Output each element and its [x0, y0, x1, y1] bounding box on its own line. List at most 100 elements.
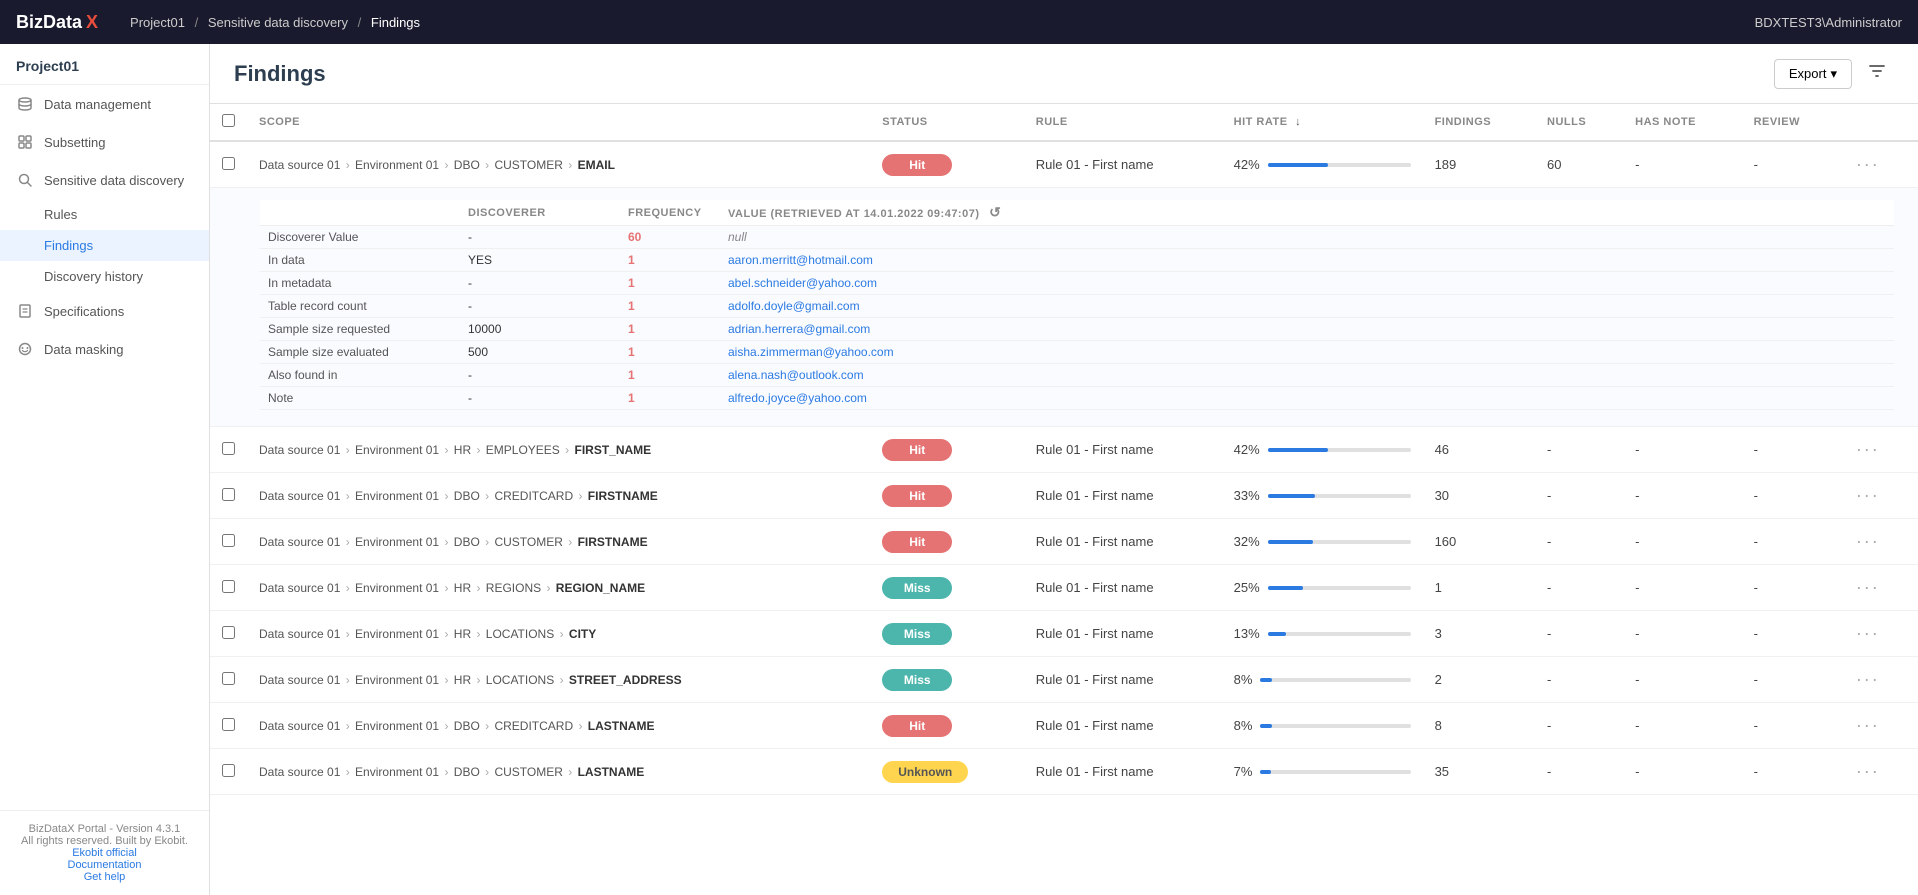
logo-text: BizData [16, 12, 82, 33]
row-more: ··· [1840, 427, 1918, 473]
row-nulls: - [1535, 703, 1623, 749]
more-button[interactable]: ··· [1852, 152, 1884, 177]
more-button[interactable]: ··· [1852, 621, 1884, 646]
hit-rate-bar [1260, 678, 1410, 682]
more-button[interactable]: ··· [1852, 529, 1884, 554]
logo-x: X [86, 12, 98, 33]
export-label: Export [1789, 66, 1827, 81]
col-hit-rate[interactable]: HIT RATE ↓ [1222, 104, 1423, 141]
more-button[interactable]: ··· [1852, 759, 1884, 784]
page-title: Findings [234, 61, 326, 87]
row-more: ··· [1840, 473, 1918, 519]
exp-value-sreq: adrian.herrera@gmail.com [720, 318, 1894, 341]
row-rule: Rule 01 - First name [1024, 427, 1222, 473]
filter-button[interactable] [1860, 58, 1894, 89]
hit-rate-fill [1268, 540, 1314, 544]
hit-rate-bar [1268, 632, 1411, 636]
more-button[interactable]: ··· [1852, 667, 1884, 692]
exp-col-value: Value (Retrieved at 14.01.2022 09:47:07)… [720, 200, 1894, 226]
more-button[interactable]: ··· [1852, 483, 1884, 508]
hit-rate-cell: 8% [1234, 718, 1411, 733]
sidebar-item-specifications[interactable]: Specifications [0, 292, 209, 330]
exp-freq-note: 1 [620, 387, 720, 410]
exp-freq-dv: 60 [620, 226, 720, 249]
row-checkbox[interactable] [222, 672, 235, 685]
table-row: Data source 01 › Environment 01 › HR › L… [210, 611, 1918, 657]
search-icon [16, 171, 34, 189]
row-checkbox[interactable] [222, 488, 235, 501]
exp-label-af: Also found in [260, 364, 460, 387]
sidebar-item-data-management[interactable]: Data management [0, 85, 209, 123]
row-checkbox[interactable] [222, 442, 235, 455]
sidebar-item-subsetting[interactable]: Subsetting [0, 123, 209, 161]
table-header: SCOPE STATUS RULE HIT RATE ↓ FINDINGS NU… [210, 104, 1918, 141]
row-findings: 8 [1423, 703, 1535, 749]
sort-icon: ↓ [1295, 116, 1301, 128]
hit-rate-value: 8% [1234, 718, 1253, 733]
row-status: Miss [870, 611, 1024, 657]
exp-freq-trc: 1 [620, 295, 720, 318]
row-status: Unknown [870, 749, 1024, 795]
exp-val-dv: - [460, 226, 620, 249]
row-checkbox[interactable] [222, 534, 235, 547]
row-has-note: - [1623, 611, 1741, 657]
sidebar-label-specifications: Specifications [44, 304, 124, 319]
row-checkbox-cell [210, 473, 247, 519]
col-nulls: NULLS [1535, 104, 1623, 141]
row-findings: 35 [1423, 749, 1535, 795]
breadcrumb-current: Findings [371, 15, 420, 30]
select-all-checkbox[interactable] [222, 114, 235, 127]
row-checkbox[interactable] [222, 580, 235, 593]
sidebar-item-discovery-history[interactable]: Discovery history [0, 261, 209, 292]
sidebar-footer: BizDataX Portal - Version 4.3.1 All righ… [0, 810, 209, 895]
hit-rate-cell: 13% [1234, 626, 1411, 641]
row-scope: Data source 01 › Environment 01 › DBO › … [247, 703, 870, 749]
nav-left: BizDataX Project01 / Sensitive data disc… [16, 12, 420, 33]
sidebar-item-findings[interactable]: Findings [0, 230, 209, 261]
row-more: ··· [1840, 749, 1918, 795]
sidebar-label-sensitive: Sensitive data discovery [44, 173, 184, 188]
sidebar-item-rules[interactable]: Rules [0, 199, 209, 230]
breadcrumb-sensitive[interactable]: Sensitive data discovery [208, 15, 348, 30]
sidebar-item-data-masking[interactable]: Data masking [0, 330, 209, 368]
exp-value-trc: adolfo.doyle@gmail.com [720, 295, 1894, 318]
db-icon [16, 95, 34, 113]
hit-rate-fill [1260, 724, 1272, 728]
more-button[interactable]: ··· [1852, 575, 1884, 600]
row-checkbox[interactable] [222, 157, 235, 170]
book-icon [16, 302, 34, 320]
status-badge: Hit [882, 439, 952, 461]
footer-link-help[interactable]: Get help [16, 871, 193, 883]
row-checkbox-cell [210, 565, 247, 611]
row-status: Miss [870, 565, 1024, 611]
row-checkbox-cell [210, 427, 247, 473]
hit-rate-bar [1268, 494, 1411, 498]
more-button[interactable]: ··· [1852, 713, 1884, 738]
row-nulls: - [1535, 565, 1623, 611]
row-rule: Rule 01 - First name [1024, 565, 1222, 611]
more-button[interactable]: ··· [1852, 437, 1884, 462]
col-rule: RULE [1024, 104, 1222, 141]
breadcrumb-project[interactable]: Project01 [130, 15, 185, 30]
footer-link-ekobit[interactable]: Ekobit official [16, 847, 193, 859]
row-checkbox[interactable] [222, 626, 235, 639]
hit-rate-cell: 42% [1234, 157, 1411, 172]
expanded-content: Discoverer Frequency Value (Retrieved at… [210, 188, 1918, 426]
row-hit-rate: 7% [1222, 749, 1423, 795]
expanded-row: Discoverer Frequency Value (Retrieved at… [210, 188, 1918, 427]
main-content: Findings Export ▾ SCOPE [210, 44, 1918, 895]
row-review: - [1742, 611, 1840, 657]
row-nulls: - [1535, 519, 1623, 565]
col-has-note: HAS NOTE [1623, 104, 1741, 141]
hit-rate-bar [1268, 540, 1411, 544]
row-scope: Data source 01 › Environment 01 › DBO › … [247, 473, 870, 519]
refresh-icon[interactable]: ↺ [989, 204, 1001, 220]
row-checkbox[interactable] [222, 764, 235, 777]
row-nulls: - [1535, 473, 1623, 519]
footer-link-docs[interactable]: Documentation [16, 859, 193, 871]
sidebar-item-sensitive[interactable]: Sensitive data discovery [0, 161, 209, 199]
exp-label-indata: In data [260, 249, 460, 272]
export-button[interactable]: Export ▾ [1774, 59, 1852, 89]
row-checkbox[interactable] [222, 718, 235, 731]
row-has-note: - [1623, 703, 1741, 749]
